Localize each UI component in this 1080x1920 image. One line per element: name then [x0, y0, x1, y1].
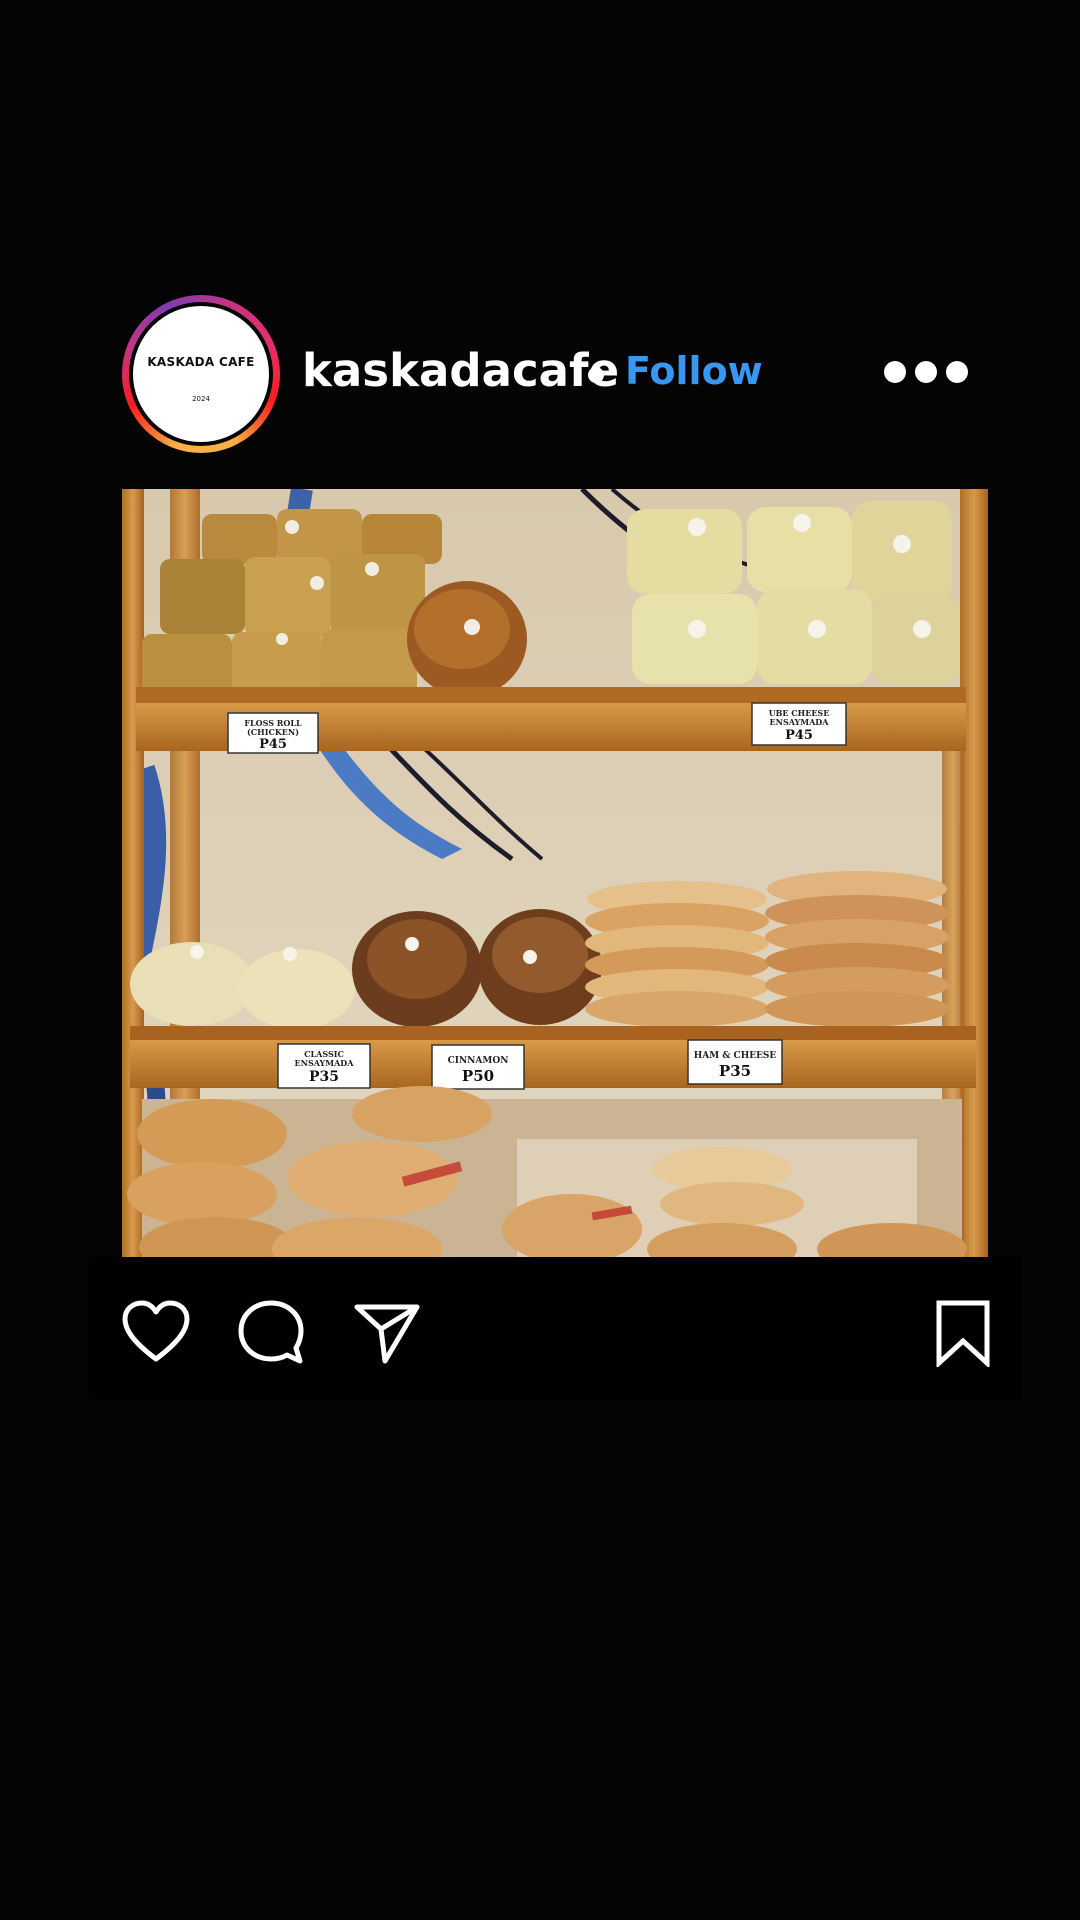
more-dot	[915, 361, 937, 383]
share-icon[interactable]	[353, 1299, 421, 1367]
comment-icon[interactable]	[237, 1299, 305, 1367]
avatar-logo-text: KASKADA CAFE	[147, 355, 255, 369]
more-options-icon[interactable]	[884, 357, 974, 387]
price-tag-price: P35	[719, 1062, 751, 1080]
price-tag-line: HAM & CHEESE	[694, 1051, 777, 1061]
more-dot	[884, 361, 906, 383]
price-tag-line: ENSAYMADA	[295, 1058, 355, 1068]
heart-icon[interactable]	[122, 1299, 190, 1367]
username[interactable]: kaskadacafe	[302, 343, 619, 399]
price-tag-line: CINNAMON	[448, 1056, 509, 1066]
bookmark-icon[interactable]	[929, 1299, 997, 1367]
post-action-bar	[89, 1257, 1022, 1399]
ube-cheese-ensaymada	[627, 501, 960, 684]
follow-button[interactable]: Follow	[625, 345, 763, 397]
price-tag-classic-ensaymada: CLASSIC ENSAYMADA P35	[277, 1043, 371, 1089]
avatar[interactable]: KASKADA CAFE 2024	[122, 295, 280, 453]
avatar-logo-year: 2024	[192, 395, 210, 403]
avatar-logo: KASKADA CAFE 2024	[133, 306, 269, 442]
price-tag-ham-cheese: HAM & CHEESE P35	[687, 1039, 783, 1085]
price-tag-line: ENSAYMADA	[770, 717, 830, 727]
more-dot	[946, 361, 968, 383]
avatar-border: KASKADA CAFE 2024	[129, 302, 273, 446]
price-tag-cinnamon: CINNAMON P50	[431, 1044, 525, 1090]
bakery-shelf-illustration: FLOSS ROLL (CHICKEN) P45 UBE CHEESE ENSA…	[122, 489, 988, 1273]
price-tag-ube-cheese: UBE CHEESE ENSAYMADA P45	[751, 702, 847, 746]
post-header: KASKADA CAFE 2024 kaskadacafe Follow	[122, 295, 982, 455]
separator-dot	[588, 367, 604, 383]
price-tag-floss-roll: FLOSS ROLL (CHICKEN) P45	[227, 712, 319, 754]
instagram-post-screen: KASKADA CAFE 2024 kaskadacafe Follow FLO…	[0, 0, 1080, 1920]
price-tag-price: P45	[259, 737, 287, 752]
price-tag-price: P45	[785, 728, 813, 743]
price-tag-price: P35	[309, 1069, 339, 1085]
post-photo[interactable]: FLOSS ROLL (CHICKEN) P45 UBE CHEESE ENSA…	[122, 489, 988, 1273]
price-tag-price: P50	[462, 1067, 494, 1085]
price-tag-line: (CHICKEN)	[247, 727, 299, 737]
